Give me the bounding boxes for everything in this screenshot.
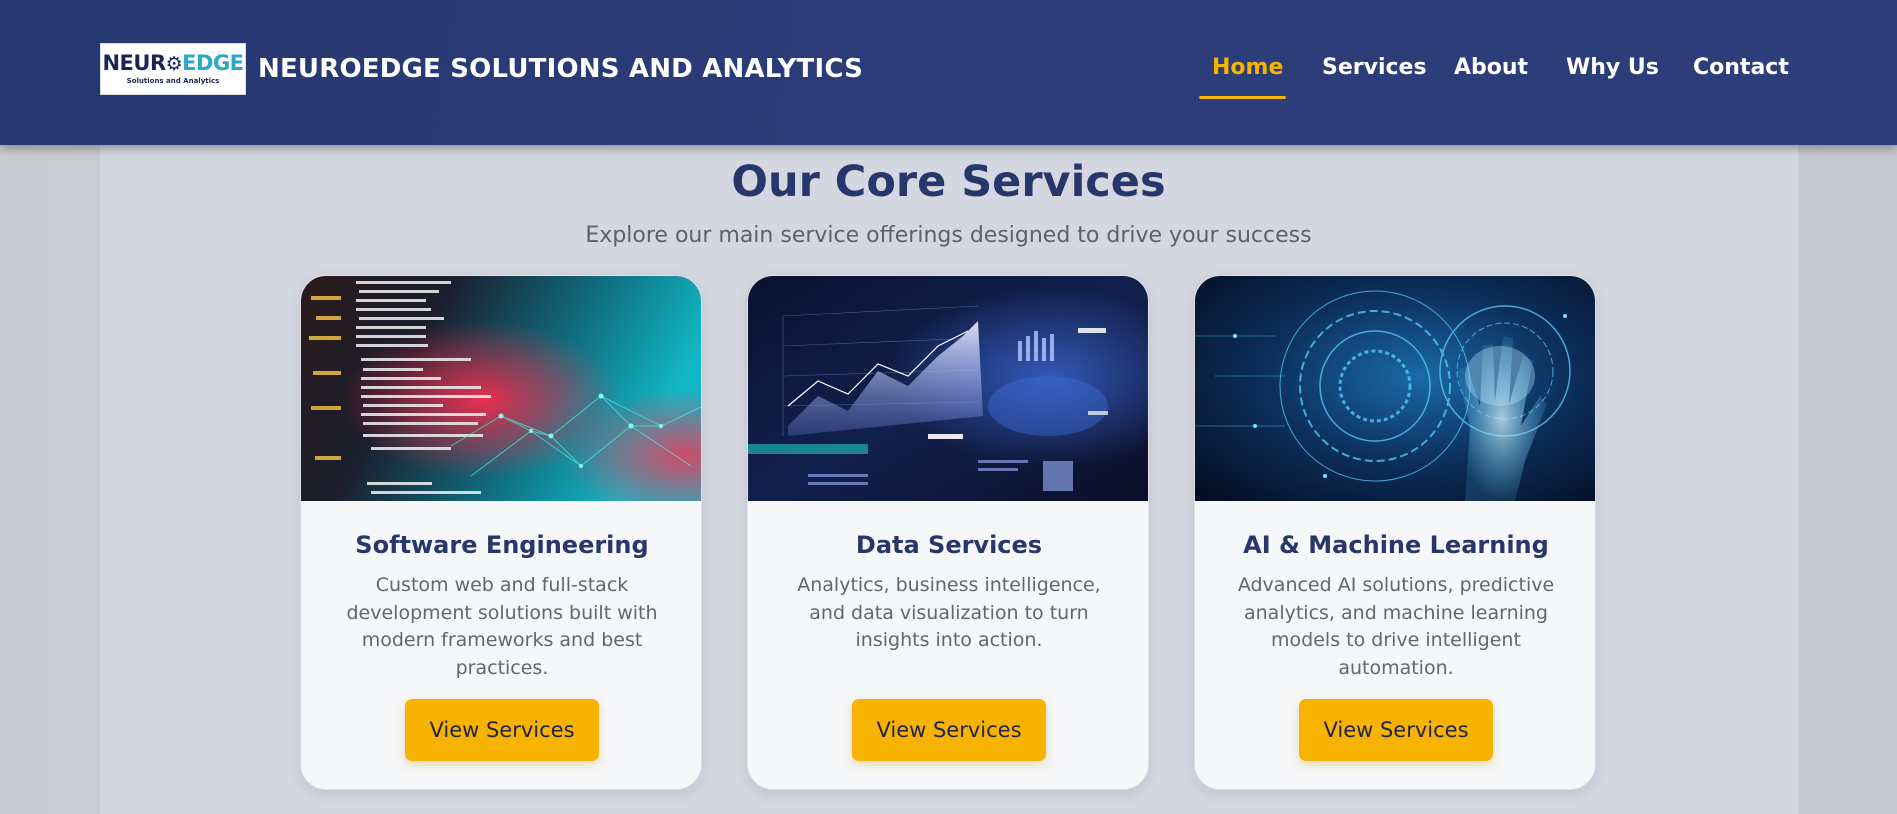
brand-name[interactable]: NEUROEDGE SOLUTIONS AND ANALYTICS [258, 51, 863, 87]
brand-logo[interactable]: NEUR⚙EDGE Solutions and Analytics [100, 43, 246, 95]
service-card-ai-machine-learning: AI & Machine Learning Advanced AI soluti… [1194, 275, 1596, 790]
logo-wordmark: NEUR⚙EDGE [102, 51, 244, 75]
card-title: Data Services [855, 531, 1043, 559]
gear-icon: ⚙ [165, 53, 183, 75]
nav-contact[interactable]: Contact [1693, 52, 1789, 84]
view-services-button[interactable]: View Services [405, 699, 599, 761]
nav-why-us[interactable]: Why Us [1566, 52, 1659, 84]
nav-about[interactable]: About [1454, 52, 1528, 84]
section-subtitle: Explore our main service offerings desig… [585, 223, 1312, 248]
view-services-button[interactable]: View Services [852, 699, 1046, 761]
card-title: AI & Machine Learning [1243, 531, 1549, 559]
nav-home[interactable]: Home [1212, 52, 1283, 84]
service-card-software-engineering: Software Engineering Custom web and full… [300, 275, 702, 790]
nav-active-indicator [1199, 96, 1286, 99]
card-description: Analytics, business intelligence, and da… [797, 574, 1101, 651]
ai-machine-learning-image [1195, 276, 1595, 501]
card-description: Advanced AI solutions, predictive analyt… [1237, 574, 1555, 679]
section-title: Our Core Services [731, 157, 1166, 207]
card-title: Software Engineering [355, 531, 649, 559]
logo-tagline: Solutions and Analytics [126, 77, 220, 85]
view-services-button[interactable]: View Services [1299, 699, 1493, 761]
service-card-data-services: Data Services Analytics, business intell… [747, 275, 1149, 790]
software-engineering-image [301, 276, 701, 501]
nav-services[interactable]: Services [1322, 52, 1427, 84]
card-description: Custom web and full-stack development so… [346, 574, 658, 679]
site-header: NEUR⚙EDGE Solutions and Analytics NEUROE… [0, 0, 1897, 145]
data-services-image [748, 276, 1148, 501]
